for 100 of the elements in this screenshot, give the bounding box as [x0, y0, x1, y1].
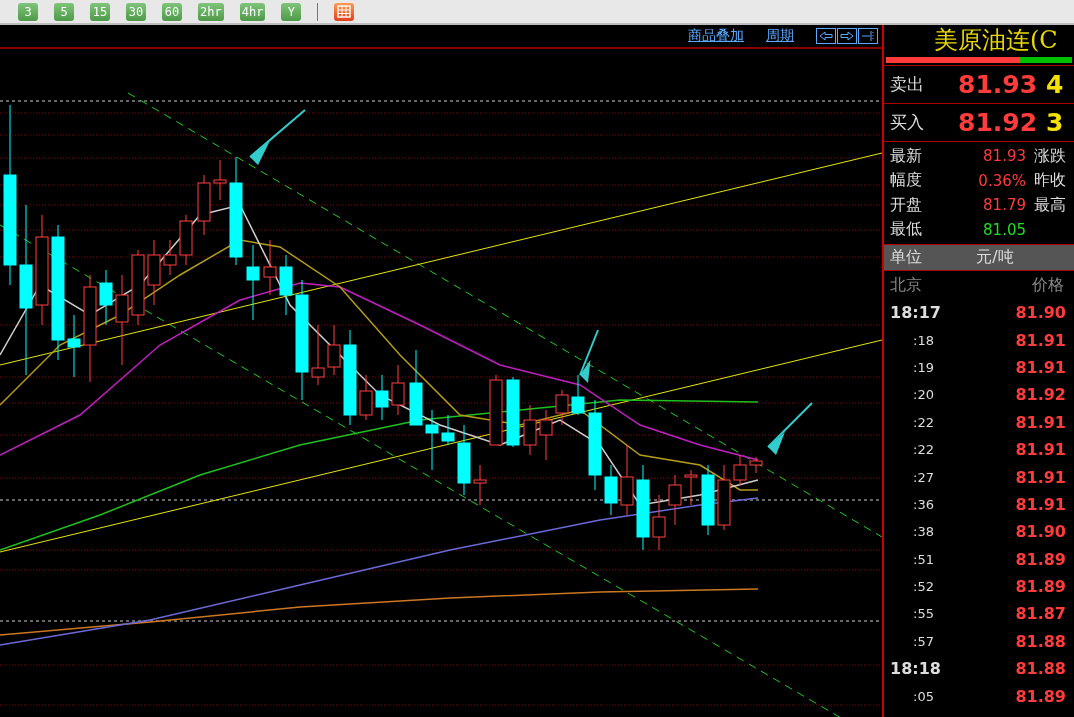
- quote-price: 81.93: [958, 70, 1039, 99]
- candlestick: [99, 269, 113, 326]
- tick-price: 81.91: [1015, 440, 1067, 460]
- tick-price: 81.88: [1015, 631, 1067, 651]
- candlestick: [213, 159, 227, 201]
- tick-time: 18:18: [890, 659, 941, 679]
- split-view-button[interactable]: [858, 28, 878, 44]
- left-arrow-button[interactable]: [816, 28, 836, 44]
- tick-time: 18:17: [890, 303, 941, 323]
- candlestick: [473, 464, 487, 506]
- candlestick: [539, 409, 553, 461]
- candlestick: [441, 414, 455, 446]
- tick-time: :19: [912, 359, 934, 375]
- right-arrow-icon: [840, 31, 854, 41]
- period-button[interactable]: 60: [162, 2, 182, 21]
- candlestick: [279, 254, 293, 316]
- tick-price: 81.91: [1015, 357, 1067, 377]
- grid-button[interactable]: [334, 2, 355, 21]
- tick-time: :52: [912, 579, 934, 595]
- quote-volume: 4: [1046, 70, 1064, 99]
- period-button[interactable]: 3: [18, 2, 38, 21]
- arrow-annotation: [579, 329, 599, 383]
- tick-price: 81.91: [1015, 412, 1067, 432]
- tick-price: 81.91: [1015, 494, 1067, 514]
- candlestick: [163, 239, 177, 276]
- stat-label: 涨跌: [1034, 145, 1067, 167]
- candlestick: [620, 444, 634, 516]
- candlestick: [67, 314, 81, 378]
- right-arrow-button[interactable]: [837, 28, 857, 44]
- tick-time: :20: [912, 387, 934, 403]
- tick-time: :38: [912, 524, 934, 540]
- candlestick: [733, 454, 747, 486]
- tick-price: 81.91: [1015, 330, 1067, 350]
- candlestick: [489, 374, 503, 446]
- stat-value: 81.93: [982, 147, 1027, 166]
- quote-label: 卖出: [889, 73, 925, 96]
- tick-price: 81.90: [1015, 522, 1067, 542]
- stat-value: 0.36%: [977, 171, 1027, 190]
- stat-label: 最高: [1034, 194, 1067, 216]
- quote-label: 买入: [889, 111, 925, 134]
- tick-time: :18: [912, 332, 934, 348]
- chart-link[interactable]: 商品叠加: [688, 27, 744, 45]
- tick-time: :51: [912, 551, 934, 567]
- tick-time: :05: [912, 688, 934, 704]
- split-view-icon: [861, 30, 875, 42]
- tick-price: 81.89: [1015, 686, 1067, 706]
- candlestick: [425, 409, 439, 471]
- period-button[interactable]: 4hr: [239, 2, 266, 21]
- tick-price: 81.88: [1015, 659, 1067, 679]
- candlestick: [668, 474, 682, 526]
- candlestick: [717, 464, 731, 531]
- candlestick: [652, 494, 666, 551]
- column-header: 价格: [1032, 274, 1064, 296]
- arrow-annotation: [249, 109, 306, 165]
- candlestick: [147, 239, 161, 306]
- stat-label: 幅度: [890, 170, 923, 192]
- stat-label: 开盘: [890, 194, 923, 216]
- tick-price: 81.87: [1015, 604, 1067, 624]
- unit-value: 元/吨: [975, 247, 1015, 268]
- tick-time: :57: [912, 633, 934, 649]
- stat-label: 昨收: [1034, 170, 1067, 192]
- arrow-annotation: [767, 402, 813, 455]
- stat-value: 81.79: [982, 196, 1027, 215]
- period-button[interactable]: 5: [54, 2, 74, 21]
- tick-price: 81.89: [1015, 549, 1067, 569]
- period-button[interactable]: 30: [126, 2, 146, 21]
- candlestick: [749, 456, 763, 474]
- grid-icon: [337, 5, 352, 18]
- left-arrow-icon: [819, 31, 833, 41]
- period-button[interactable]: 15: [90, 2, 110, 21]
- tick-time: :22: [912, 414, 934, 430]
- instrument-title: 美原油连(C: [933, 25, 1059, 55]
- candlestick: [571, 374, 585, 416]
- quote-price: 81.92: [958, 108, 1039, 137]
- candlestick: [506, 376, 520, 448]
- quote-volume: 3: [1046, 108, 1064, 137]
- tick-price: 81.91: [1015, 467, 1067, 487]
- stat-value: 81.05: [982, 220, 1027, 239]
- period-button[interactable]: Y: [281, 2, 302, 21]
- candlestick: [523, 404, 537, 456]
- tick-price: 81.92: [1015, 385, 1067, 405]
- tick-time: :27: [912, 469, 934, 485]
- candlestick: [375, 374, 389, 421]
- tick-time: :22: [912, 442, 934, 458]
- candlestick: [391, 364, 405, 416]
- candlestick: [197, 174, 211, 236]
- candlestick: [327, 324, 341, 376]
- candlestick: [311, 324, 325, 386]
- candlestick: [457, 424, 471, 496]
- tick-price: 81.89: [1015, 577, 1067, 597]
- stat-label: 最低: [890, 219, 923, 241]
- candlestick: [555, 389, 569, 426]
- column-header: 北京: [890, 274, 922, 296]
- chart-link[interactable]: 周期: [766, 27, 794, 45]
- candlestick: [263, 239, 277, 296]
- tick-time: :36: [912, 496, 934, 512]
- stat-label: 最新: [890, 145, 923, 167]
- period-button[interactable]: 2hr: [198, 2, 224, 21]
- candlestick: [359, 374, 373, 421]
- tick-time: :55: [912, 606, 934, 622]
